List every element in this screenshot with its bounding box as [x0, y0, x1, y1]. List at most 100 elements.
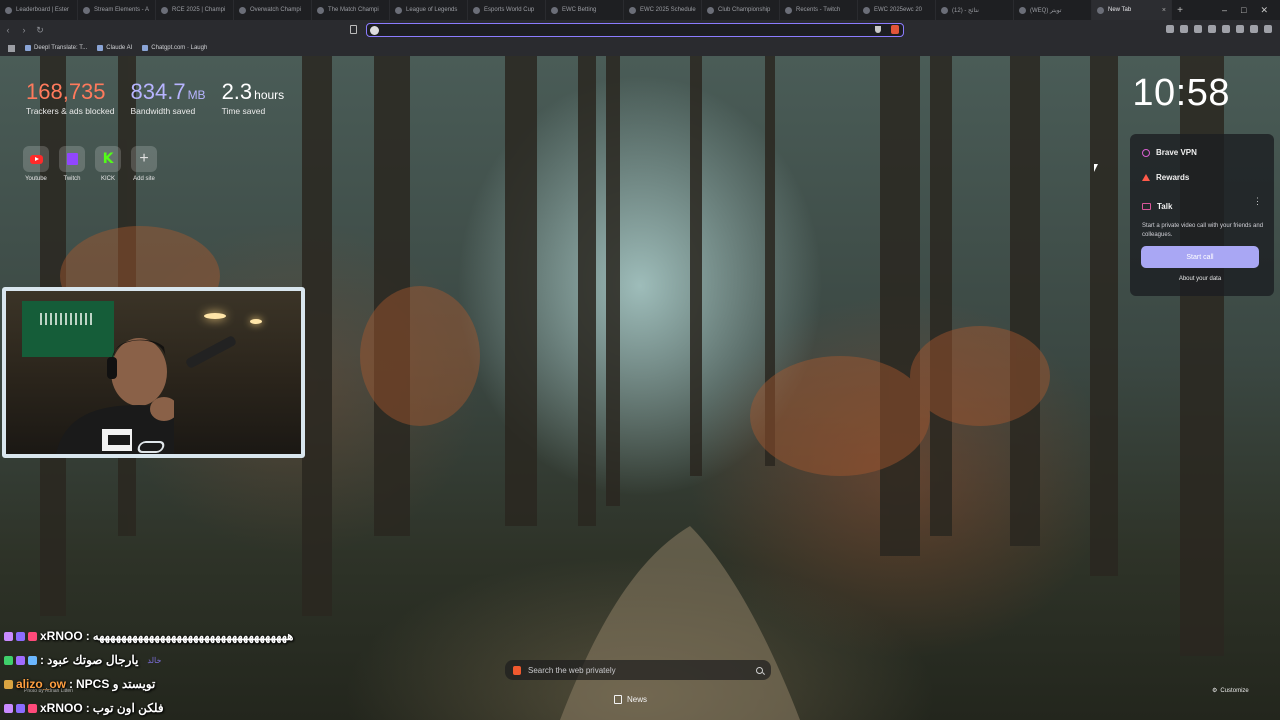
close-tab-icon[interactable]: ×	[1162, 7, 1166, 14]
chat-badge-icon	[4, 631, 13, 641]
wallet-icon[interactable]	[1250, 25, 1258, 33]
webcam-overlay	[2, 287, 305, 458]
browser-tab[interactable]: (WEQ) تويتر	[1014, 0, 1092, 20]
tab-label: EWC 2025ewc 20	[874, 7, 923, 13]
search-box[interactable]: Search the web privately	[505, 660, 771, 680]
talk-widget[interactable]: Talk	[1142, 202, 1172, 211]
browser-tab[interactable]: Club Championship	[702, 0, 780, 20]
chat-badge-icon	[28, 631, 37, 641]
bookmark-item[interactable]: Deepl Translate: T...	[25, 45, 87, 51]
bookmark-label: Chatgpt.com · Laugh	[151, 45, 208, 51]
tab-new-tab-active[interactable]: New Tab ×	[1092, 0, 1172, 20]
tab-strip: Leaderboard | Ester Stream Elements - A RC…	[0, 0, 1280, 20]
tab-label: The Match Champi	[328, 7, 379, 13]
browser-tab[interactable]: نتائج - (12)	[936, 0, 1014, 20]
vpn-label: Brave VPN	[1156, 148, 1197, 157]
shortcut-twitch[interactable]: Twitch	[58, 146, 86, 182]
vpn-icon	[1142, 148, 1150, 157]
bandwidth-value: 834.7	[130, 79, 186, 104]
rewards-icon	[1142, 174, 1150, 181]
bookmark-icon[interactable]	[350, 25, 357, 34]
bookmark-item[interactable]: Chatgpt.com · Laugh	[142, 45, 207, 51]
tab-favicon-icon	[941, 6, 948, 14]
bandwidth-unit: MB	[187, 88, 206, 102]
puzzle-icon[interactable]	[1208, 25, 1216, 33]
shortcut-label: KICK	[100, 176, 115, 182]
browser-tab[interactable]: EWC 2025 Schedule	[624, 0, 702, 20]
more-options-icon[interactable]: ⋮	[1253, 196, 1262, 207]
browser-tab[interactable]: Stream Elements - A	[78, 0, 156, 20]
search-icon[interactable]	[756, 666, 763, 674]
talk-description: Start a private video call with your fri…	[1142, 223, 1264, 238]
tab-favicon-icon	[863, 6, 870, 14]
music-icon[interactable]	[1236, 25, 1244, 33]
chat-message: xRNOO: هههههههههههههههههههههههههههههههههه…	[4, 624, 424, 648]
video-call-icon	[1142, 203, 1151, 210]
reload-icon[interactable]: ↻	[32, 22, 48, 38]
minimize-icon[interactable]: –	[1222, 5, 1227, 16]
bookmark-item[interactable]: Claude AI	[97, 45, 132, 51]
news-button[interactable]: News	[614, 695, 647, 704]
back-icon[interactable]: ‹	[0, 22, 16, 38]
tab-favicon-icon	[317, 6, 324, 14]
tab-label: EWC 2025 Schedule	[640, 7, 696, 13]
speaker-icon[interactable]	[1166, 25, 1174, 33]
bookmark-label: Claude AI	[106, 45, 133, 51]
browser-tab[interactable]: Leaderboard | Ester	[0, 0, 78, 20]
browser-tab[interactable]: Overwatch Champi	[234, 0, 312, 20]
bookmark-favicon-icon	[25, 45, 31, 51]
brave-shields-icon[interactable]	[875, 26, 881, 33]
brave-vpn-widget[interactable]: Brave VPN	[1142, 148, 1197, 157]
chat-username: xRNOO	[40, 629, 83, 643]
customize-button[interactable]: ⚙ Customize	[1212, 687, 1249, 695]
vpn-icon[interactable]	[1180, 25, 1188, 33]
chat-badge-icon	[16, 655, 25, 665]
browser-tab[interactable]: The Match Champi	[312, 0, 390, 20]
browser-tab[interactable]: Recents - Twitch	[780, 0, 858, 20]
chat-message: alizo_ow: NPCS تويستد و	[4, 672, 424, 696]
rewards-widget[interactable]: Rewards	[1142, 173, 1189, 182]
browser-tab[interactable]: Esports World Cup	[468, 0, 546, 20]
tab-label: New Tab	[1108, 7, 1132, 13]
clock: 10:58	[1132, 72, 1230, 114]
kick-icon: K	[102, 151, 114, 167]
shortcut-add-site[interactable]: + Add site	[130, 146, 158, 182]
browser-tab[interactable]: EWC 2025ewc 20	[858, 0, 936, 20]
extension-icon[interactable]	[1194, 25, 1202, 33]
bookmarks-bar: Deepl Translate: T... Claude AI Chatgpt.co…	[0, 40, 1280, 56]
tab-favicon-icon	[1097, 6, 1104, 14]
rewards-label: Rewards	[1156, 173, 1190, 182]
maximize-icon[interactable]: □	[1241, 5, 1246, 16]
close-window-icon[interactable]: ✕	[1260, 5, 1268, 16]
start-call-button[interactable]: Start call	[1141, 246, 1259, 268]
search-placeholder[interactable]: Search the web privately	[528, 666, 749, 675]
browser-tab[interactable]: RCE 2025 | Champi	[156, 0, 234, 20]
shortcut-label: Youtube	[25, 176, 47, 182]
tab-favicon-icon	[5, 6, 12, 14]
forward-icon[interactable]: ›	[16, 22, 32, 38]
browser-tab[interactable]: League of Legends	[390, 0, 468, 20]
customize-label: Customize	[1220, 687, 1249, 694]
tab-label: (WEQ) تويتر	[1030, 7, 1062, 14]
brave-search-icon	[513, 665, 521, 675]
talk-label: Talk	[1157, 202, 1173, 211]
tab-label: EWC Betting	[562, 7, 597, 13]
address-bar[interactable]	[366, 23, 904, 37]
chat-text: هههههههههههههههههههههههههههههههههههه	[92, 629, 294, 643]
stats-widget: 168,735 Trackers & ads blocked 834.7 MB B…	[26, 79, 284, 117]
bookmark-favicon-icon	[142, 45, 149, 51]
tab-label: Stream Elements - A	[94, 7, 150, 13]
browser-tab[interactable]: EWC Betting	[546, 0, 624, 20]
shortcut-kick[interactable]: K KICK	[94, 146, 122, 182]
chat-separator: :	[85, 701, 90, 715]
apps-grid-icon[interactable]	[8, 44, 15, 52]
about-your-data-link[interactable]: About your data	[1141, 276, 1259, 282]
sidebar-icon[interactable]	[1222, 25, 1230, 33]
tab-label: Overwatch Champi	[250, 7, 302, 13]
trackers-value: 168,735	[26, 79, 106, 104]
brave-rewards-icon[interactable]	[891, 25, 899, 34]
shortcut-youtube[interactable]: Youtube	[22, 146, 50, 182]
menu-icon[interactable]	[1264, 25, 1272, 33]
chat-separator: :	[85, 629, 90, 643]
new-tab-button[interactable]: +	[1172, 5, 1188, 16]
